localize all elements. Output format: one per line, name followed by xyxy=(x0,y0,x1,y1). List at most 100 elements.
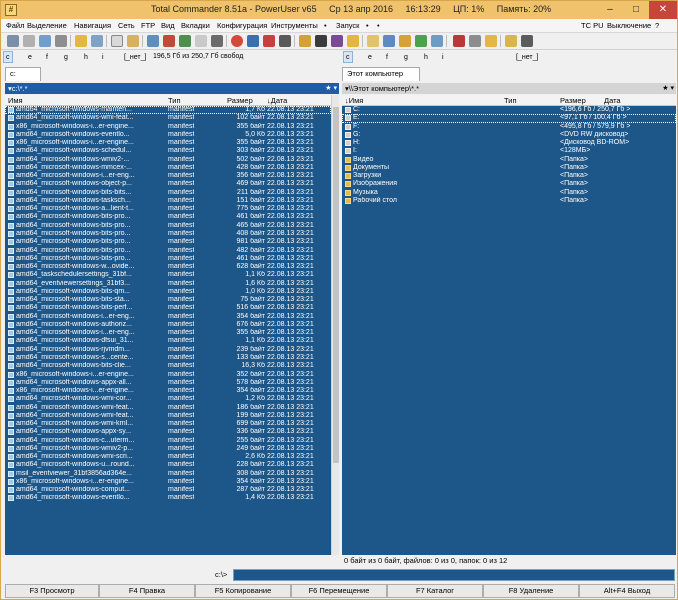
f6-move-button[interactable]: F6 Перемещение xyxy=(291,584,387,598)
notes-icon[interactable] xyxy=(367,35,379,47)
table-row[interactable]: amd64_microsoft-windows-wmi-feat... manif… xyxy=(5,412,331,420)
left-tab-c[interactable]: c: xyxy=(5,67,41,81)
unpack-icon[interactable] xyxy=(415,35,427,47)
table-row[interactable]: F: <495,8 Гб / 579,9 Гб > xyxy=(342,123,676,131)
table-row[interactable]: amd64_microsoft-windows-bits-pro... manif… xyxy=(5,255,331,263)
right-path-bar[interactable]: ▾\\Этот компьютер\*.* ★ ▾ xyxy=(342,83,676,94)
left-scroll-thumb[interactable] xyxy=(333,107,339,463)
tree-icon[interactable] xyxy=(179,35,191,47)
left-path-buttons[interactable]: ★ ▾ xyxy=(325,83,337,94)
terminal-icon[interactable] xyxy=(279,35,291,47)
menu-item-tc-pu[interactable]: TC PU xyxy=(581,21,604,30)
text-icon[interactable] xyxy=(163,35,175,47)
settings-icon[interactable] xyxy=(505,35,517,47)
compare-icon[interactable] xyxy=(91,35,103,47)
table-row[interactable]: amd64_microsoft-windows-object-p... manif… xyxy=(5,180,331,188)
left-col-name[interactable]: Имя xyxy=(8,96,23,105)
menu-item-tabs[interactable]: Вкладки xyxy=(181,21,210,30)
table-row[interactable]: amd64_microsoft-windows-bits-pro... manif… xyxy=(5,238,331,246)
table-row[interactable]: x86_microsoft-windows-i...er-engine... ma… xyxy=(5,371,331,379)
right-drive-e[interactable]: e xyxy=(365,51,375,63)
table-row[interactable]: amd64_microsoft-windows-appx-sy... manife… xyxy=(5,428,331,436)
table-row[interactable]: amd64_microsoft-windows-eventlo... manife… xyxy=(5,494,331,502)
sync-icon[interactable] xyxy=(431,35,443,47)
archive-icon[interactable] xyxy=(347,35,359,47)
table-row[interactable]: amd64_microsoft-windows-bits-sta... manif… xyxy=(5,296,331,304)
menu-item-view[interactable]: Вид xyxy=(161,21,175,30)
menu-item-selection[interactable]: Выделение xyxy=(27,21,67,30)
menu-item-configuration[interactable]: Конфигурация xyxy=(217,21,267,30)
table-row[interactable]: x86_microsoft-windows-i...er-engine... ma… xyxy=(5,123,331,131)
left-col-date[interactable]: ↓Дата xyxy=(267,96,287,105)
table-row[interactable]: amd64_microsoft-windows-wmi-scri... manif… xyxy=(5,453,331,461)
table-row[interactable]: x86_microsoft-windows-i...er-engine... ma… xyxy=(5,139,331,147)
star-icon[interactable] xyxy=(75,35,87,47)
right-col-date[interactable]: Дата xyxy=(604,96,621,105)
hourglass-icon[interactable] xyxy=(23,35,35,47)
refresh-icon[interactable] xyxy=(7,35,19,47)
table-row[interactable]: Загрузки <Папка> xyxy=(342,172,676,180)
calculator-icon[interactable] xyxy=(315,35,327,47)
table-row[interactable]: amd64_microsoft-windows-wmiv2-p... manife… xyxy=(5,445,331,453)
table-row[interactable]: amd64_microsoft-windows-bits-pro... manif… xyxy=(5,247,331,255)
table-row[interactable]: H: <Дисковод BD-ROM> xyxy=(342,139,676,147)
table-row[interactable]: amd64_microsoft-windows-u...round... mani… xyxy=(5,461,331,469)
menu-item-help[interactable]: ? xyxy=(655,21,659,30)
list-view-icon[interactable] xyxy=(39,35,51,47)
right-tab-this-pc[interactable]: Этот компьютер xyxy=(342,67,420,81)
left-drive-e[interactable]: e xyxy=(25,51,35,63)
folder-icon[interactable] xyxy=(127,35,139,47)
globe-icon[interactable] xyxy=(231,35,243,47)
left-drive-c[interactable]: c xyxy=(3,51,13,63)
menu-item-file[interactable]: Файл xyxy=(6,21,24,30)
left-file-panel[interactable]: Имя Тип Размер ↓Дата amd64_microsoft-win… xyxy=(5,95,331,555)
left-drive-f[interactable]: f xyxy=(43,51,51,63)
minimize-button[interactable]: – xyxy=(597,1,623,19)
table-row[interactable]: x86_microsoft-windows-i...er-engine... ma… xyxy=(5,478,331,486)
table-row[interactable]: amd64_microsoft-windows-dfsui_31... manif… xyxy=(5,337,331,345)
table-row[interactable]: amd64_microsoft-windows-wmi-cor... manife… xyxy=(5,395,331,403)
table-row[interactable]: Рабочий стол <Папка> xyxy=(342,197,676,205)
table-row[interactable]: amd64_microsoft-windows-rjvmdm... manifes… xyxy=(5,346,331,354)
table-row[interactable]: Документы <Папка> xyxy=(342,164,676,172)
table-row[interactable]: amd64_microsoft-windows-bits-pro... manif… xyxy=(5,213,331,221)
table-row[interactable]: amd64_microsoft-windows-authoriz... manif… xyxy=(5,321,331,329)
table-row[interactable]: amd64_microsoft-windows-bits-bits... mani… xyxy=(5,189,331,197)
left-col-size[interactable]: Размер xyxy=(227,96,253,105)
f4-edit-button[interactable]: F4 Правка xyxy=(99,584,195,598)
table-row[interactable]: amd64_microsoft-windows-mmcex-... manifes… xyxy=(5,164,331,172)
alt-f4-exit-button[interactable]: Alt+F4 Выход xyxy=(579,584,675,598)
menu-item-shutdown[interactable]: Выключение xyxy=(607,21,651,30)
app-icon[interactable]: # xyxy=(5,4,17,16)
table-row[interactable]: amd64_microsoft-windows-wmi-feat... manif… xyxy=(5,114,331,122)
table-row[interactable]: amd64_microsoft-windows-wmi-krnl... manif… xyxy=(5,420,331,428)
table-row[interactable]: Музыка <Папка> xyxy=(342,189,676,197)
maximize-button[interactable]: □ xyxy=(623,1,649,19)
menu-item-bullet-3[interactable]: • xyxy=(377,21,380,30)
table-row[interactable]: amd64_taskschedulersettings_31bf... manif… xyxy=(5,271,331,279)
grid-icon[interactable] xyxy=(211,35,223,47)
table-row[interactable]: amd64_microsoft-windows-schedul... manife… xyxy=(5,147,331,155)
menu-item-launch[interactable]: Запуск xyxy=(336,21,359,30)
left-col-type[interactable]: Тип xyxy=(168,96,181,105)
table-row[interactable]: G: <DVD RW дисковод> xyxy=(342,131,676,139)
left-drive-i[interactable]: i xyxy=(99,51,107,63)
table-row[interactable]: amd64_microsoft-windows-c...uterm... mani… xyxy=(5,437,331,445)
gear-icon[interactable] xyxy=(55,35,67,47)
hammer-icon[interactable] xyxy=(485,35,497,47)
table-row[interactable]: I: <128МБ> xyxy=(342,147,676,155)
right-drive-i[interactable]: i xyxy=(439,51,447,63)
table-row[interactable]: E: <97,1 Гб / 100,4 Гб > xyxy=(342,114,676,123)
table-row[interactable]: amd64_microsoft-windows-i...er-eng... man… xyxy=(5,313,331,321)
pack-icon[interactable] xyxy=(399,35,411,47)
menu-item-navigation[interactable]: Навигация xyxy=(74,21,111,30)
table-row[interactable]: amd64_microsoft-windows-s...cente... mani… xyxy=(5,354,331,362)
left-net-button[interactable]: [_нет_] xyxy=(121,51,149,63)
plugin-icon[interactable] xyxy=(453,35,465,47)
menu-item-bullet-1[interactable]: • xyxy=(324,21,327,30)
table-row[interactable]: amd64_microsoft-windows-w...ovide... mani… xyxy=(5,263,331,271)
cut-icon[interactable] xyxy=(263,35,275,47)
right-col-type[interactable]: Тип xyxy=(504,96,517,105)
table-row[interactable]: amd64_microsoft-windows-wmi-feat... manif… xyxy=(5,404,331,412)
table-row[interactable]: C: <196,6 Гб / 250,7 Гб > xyxy=(342,106,676,114)
